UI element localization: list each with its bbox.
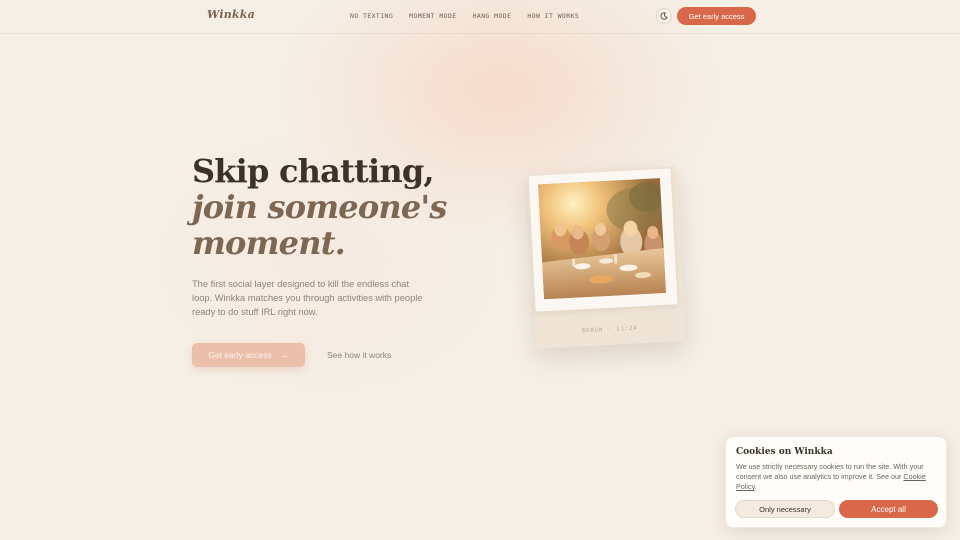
hero-title-line1: Skip chatting, — [192, 152, 435, 190]
hero-title: Skip chatting, join someone's moment. — [192, 153, 492, 261]
accept-all-button[interactable]: Accept all — [839, 500, 938, 518]
cookie-title: Cookies on Winkka — [736, 447, 833, 457]
see-how-it-works-link[interactable]: See how it works — [327, 350, 391, 360]
nav-link-no-texting[interactable]: NO TEXTING — [350, 12, 393, 20]
arrow-right-icon: → — [279, 350, 289, 360]
cookie-period: . — [754, 482, 757, 491]
nav-get-early-access-button[interactable]: Get early access — [677, 7, 756, 25]
top-navigation: Winkka NO TEXTING MOMENT MODE HANG MODE … — [0, 0, 960, 34]
theme-toggle-button[interactable] — [656, 8, 672, 24]
cookie-banner: Cookies on Winkka We use strictly necess… — [725, 436, 947, 528]
cookie-text: We use strictly necessary cookies to run… — [736, 462, 938, 492]
only-necessary-button[interactable]: Only necessary — [735, 500, 835, 518]
nav-link-how-it-works[interactable]: HOW IT WORKS — [527, 12, 579, 20]
nav-link-hang-mode[interactable]: HANG MODE — [473, 12, 512, 20]
logo[interactable]: Winkka — [207, 8, 255, 21]
polaroid-card: BERGN · 11:24 — [526, 166, 686, 349]
hero-title-line3: moment. — [192, 224, 346, 262]
hero-get-early-access-button[interactable]: Get early access → — [192, 343, 305, 367]
nav-link-moment-mode[interactable]: MOMENT MODE — [409, 12, 456, 20]
hero-title-line2: join someone's — [192, 188, 447, 226]
cookie-body: We use strictly necessary cookies to run… — [736, 462, 924, 481]
hero-cta-label: Get early access — [208, 350, 272, 360]
hero-description: The first social layer designed to kill … — [192, 279, 423, 317]
moon-icon — [660, 12, 668, 20]
group-dinner-photo — [538, 178, 666, 300]
polaroid-front — [528, 168, 678, 312]
nav-links: NO TEXTING MOMENT MODE HANG MODE HOW IT … — [350, 12, 595, 20]
